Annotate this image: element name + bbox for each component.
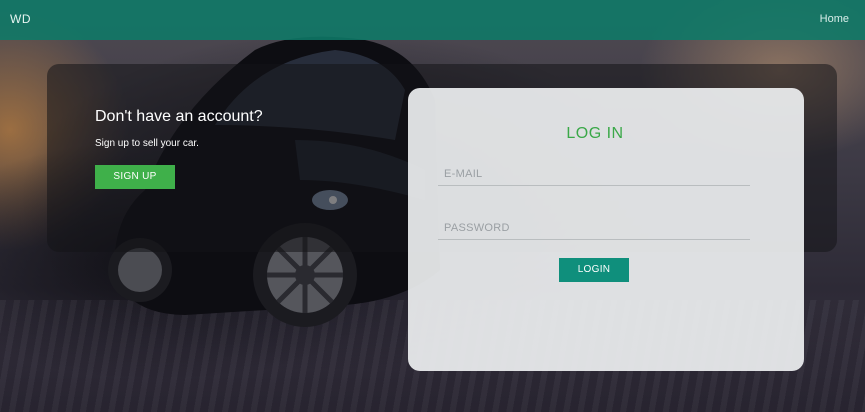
brand-logo[interactable]: WD: [10, 12, 31, 26]
nav-home-link[interactable]: Home: [820, 13, 849, 25]
signup-button[interactable]: SIGN UP: [95, 165, 175, 189]
signup-subtitle: Sign up to sell your car.: [95, 138, 199, 149]
login-card: LOG IN LOGIN: [408, 88, 804, 371]
page: WD Home Don't have an account? Sign up t…: [0, 0, 865, 412]
password-field[interactable]: [438, 216, 750, 240]
email-field[interactable]: [438, 162, 750, 186]
login-button[interactable]: LOGIN: [559, 258, 629, 282]
signup-heading: Don't have an account?: [95, 108, 263, 125]
login-heading: LOG IN: [566, 125, 624, 142]
top-navbar: WD Home: [0, 0, 865, 40]
